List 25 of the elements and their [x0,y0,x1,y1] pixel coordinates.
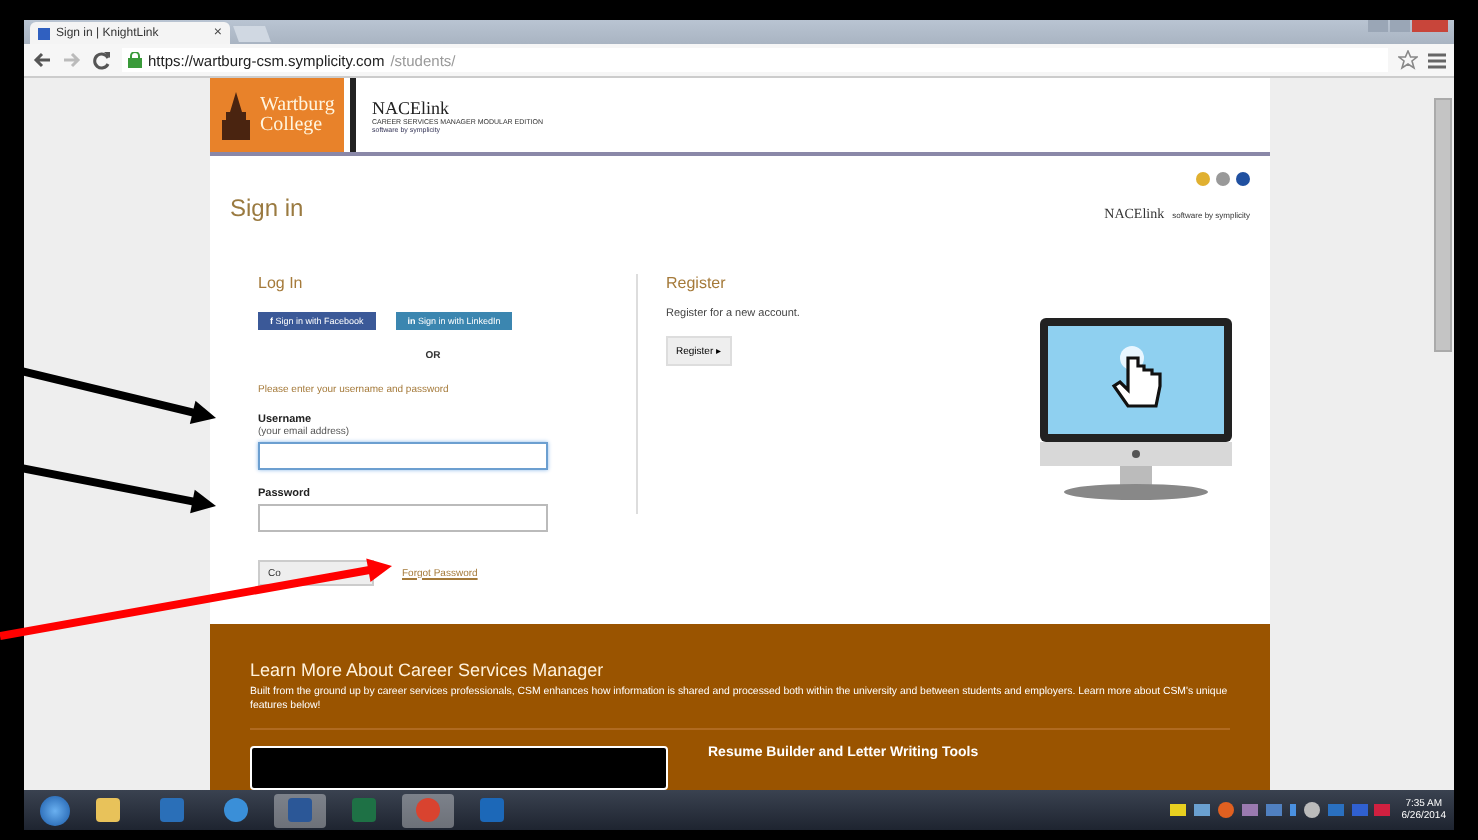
section-heading: Register [666,274,726,292]
college-name: College [260,115,323,135]
print-icon[interactable] [1216,172,1230,186]
tower-icon [218,91,254,139]
menu-icon[interactable] [1428,51,1446,69]
word-taskbar-icon[interactable] [274,793,326,827]
promo-title: Learn More About Career Services Manager [250,660,606,680]
reload-icon[interactable] [92,50,112,70]
input-field[interactable] [258,442,548,470]
input-field[interactable] [258,504,548,532]
info-icon[interactable] [1236,172,1250,186]
section-heading: Log In [258,274,305,292]
back-icon[interactable] [32,50,52,70]
window-controls-icon[interactable] [1368,20,1448,32]
college-name: Wartburg [260,95,335,115]
help-icon[interactable] [1196,172,1210,186]
page-title: Sign in [230,194,304,222]
chrome-taskbar-icon[interactable] [402,793,454,827]
star-icon[interactable] [1398,50,1418,70]
product-logo: NACElink [372,97,452,117]
forward-icon[interactable] [62,50,82,70]
lock-icon [128,52,142,68]
scrollbar[interactable] [1434,98,1452,352]
start-button[interactable] [40,795,70,825]
favicon-icon [38,27,50,39]
